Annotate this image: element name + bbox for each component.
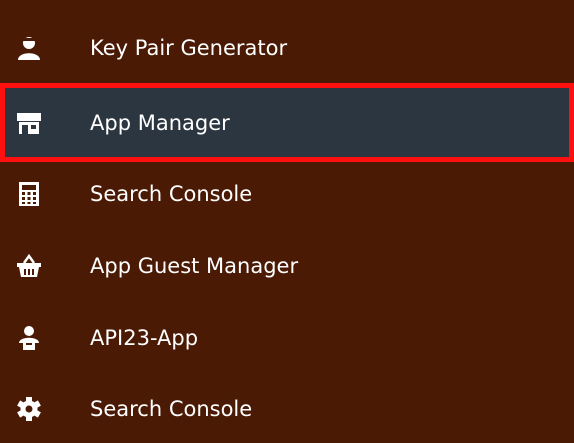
menu-item-search-console-settings[interactable]: Search Console (0, 373, 574, 443)
gear-icon (16, 396, 42, 422)
menu-item-api23-app[interactable]: API23-App (0, 302, 574, 374)
menu-item-label: Search Console (90, 397, 253, 421)
menu-item-label: Search Console (90, 182, 253, 206)
basket-icon (16, 253, 42, 279)
user-box-icon (16, 325, 42, 351)
menu-item-label: API23-App (90, 326, 199, 350)
store-icon (16, 110, 42, 136)
menu-item-label: App Manager (90, 110, 230, 135)
menu-item-search-console[interactable]: Search Console (0, 158, 574, 230)
menu-item-app-guest-manager[interactable]: App Guest Manager (0, 230, 574, 302)
menu-item-app-manager[interactable]: App Manager (0, 83, 574, 162)
menu-item-key-pair-generator[interactable]: Key Pair Generator (0, 12, 574, 84)
calculator-icon (16, 181, 42, 207)
user-key-icon (16, 35, 42, 61)
sidebar-menu: Key Pair Generator App Manager Search Co… (0, 0, 574, 443)
menu-item-label: App Guest Manager (90, 254, 299, 278)
menu-item-label: Key Pair Generator (90, 36, 288, 60)
